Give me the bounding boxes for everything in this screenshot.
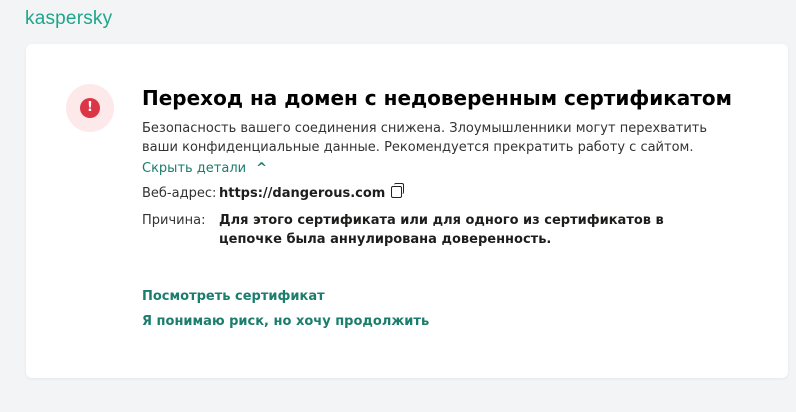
- exclamation-icon: !: [80, 98, 100, 118]
- reason-row: Причина: Для этого сертификата или для о…: [142, 211, 719, 249]
- warning-card: ! Переход на домен с недоверенным сертиф…: [26, 44, 788, 378]
- reason-label: Причина:: [142, 213, 206, 228]
- url-label: Веб-адрес:: [142, 186, 217, 201]
- url-row: Веб-адрес: https://dangerous.com: [142, 183, 719, 203]
- url-value: https://dangerous.com: [219, 186, 386, 201]
- page-title: Переход на домен с недоверенным сертифик…: [142, 86, 732, 110]
- view-certificate-link[interactable]: Посмотреть сертификат: [142, 289, 325, 304]
- kaspersky-logo: kaspersky: [25, 8, 113, 29]
- warning-description: Безопасность вашего соединения снижена. …: [142, 121, 708, 155]
- toggle-label: Скрыть детали: [142, 161, 247, 176]
- copy-icon[interactable]: [391, 183, 405, 198]
- alert-badge: !: [66, 84, 114, 132]
- proceed-anyway-link[interactable]: Я понимаю риск, но хочу продолжить: [142, 314, 429, 329]
- chevron-up-icon: ^: [256, 161, 268, 176]
- reason-value: Для этого сертификата или для одного из …: [219, 213, 664, 247]
- hide-details-toggle[interactable]: Скрыть детали ^: [142, 161, 267, 176]
